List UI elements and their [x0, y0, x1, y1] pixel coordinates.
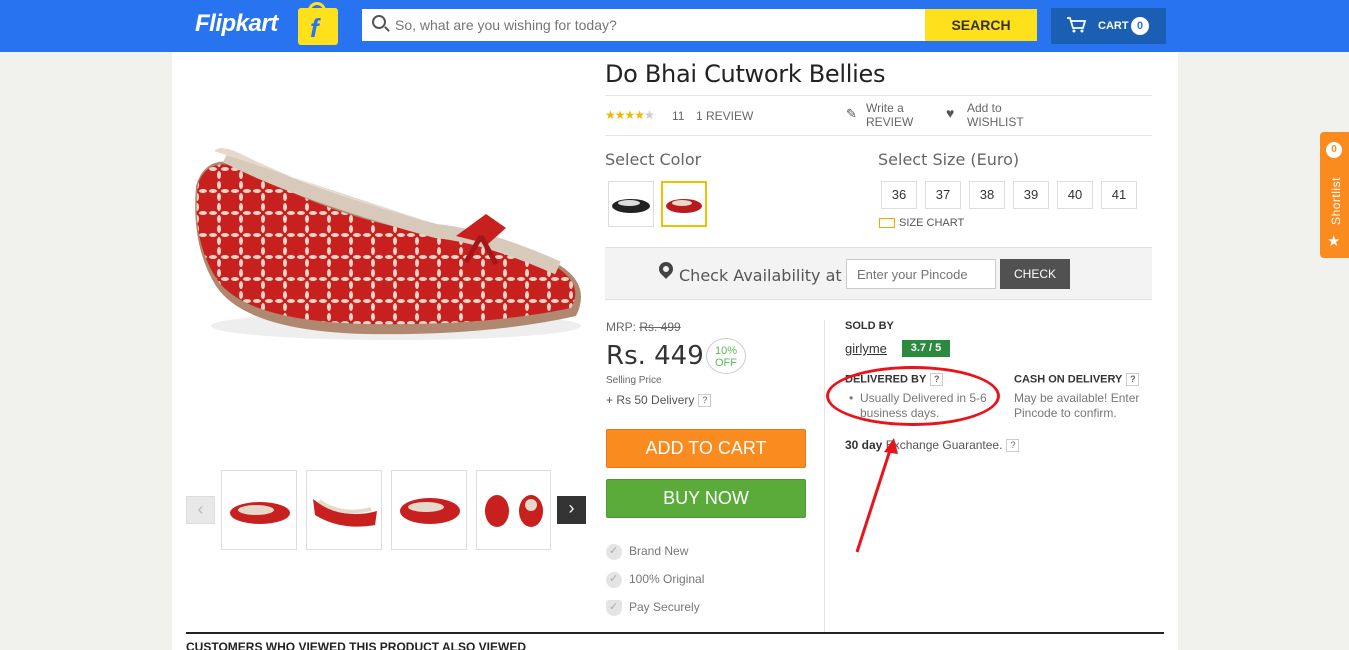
heart-icon: ♥ [946, 105, 955, 121]
feature-brand-new: Brand New [606, 544, 688, 560]
pincode-input[interactable] [846, 259, 996, 289]
badge-check-icon [606, 572, 622, 588]
product-thumbnail[interactable] [476, 470, 551, 550]
help-icon[interactable]: ? [1126, 373, 1140, 386]
star-icon: ★ [624, 108, 636, 122]
divider [605, 95, 1152, 96]
cod-label: CASH ON DELIVERY [1014, 373, 1123, 386]
empty-star-icon: ★ [644, 108, 655, 122]
shoe-swatch-image [612, 199, 650, 213]
discount-pct: 10% [714, 345, 738, 357]
size-chart-label: SIZE CHART [899, 217, 965, 229]
shield-icon [606, 600, 622, 616]
help-icon[interactable]: ? [1006, 439, 1020, 453]
search-icon [372, 15, 386, 29]
thumbnail-image [313, 499, 377, 527]
rating-count: 11 [672, 109, 685, 123]
half-star-icon: ★ [634, 108, 645, 122]
star-icon: ★ [614, 108, 626, 122]
write-review-label: Write a REVIEW [866, 101, 914, 129]
star-icon: ★ [605, 108, 616, 122]
rating-stars: ★★★★★ [605, 108, 655, 122]
shortlist-label: Shortlist [1329, 177, 1343, 225]
section-divider [186, 632, 1164, 634]
discount-off: OFF [715, 357, 737, 369]
cart-label: CART [1098, 20, 1129, 32]
delivery-fee-text: + Rs 50 Delivery [606, 393, 695, 407]
feature-label: Pay Securely [629, 600, 700, 615]
mrp-label: MRP: [606, 320, 636, 334]
annotation-ellipse [826, 366, 1000, 426]
seller-name-link[interactable]: girlyme [845, 341, 887, 356]
annotation-arrow [855, 438, 898, 553]
thumbnail-image [230, 502, 290, 524]
cart-button[interactable]: CART 0 [1051, 8, 1166, 44]
thumbnail-image [485, 495, 543, 527]
select-color-label: Select Color [605, 150, 702, 169]
sold-by-label: SOLD BY [845, 320, 894, 332]
add-to-cart-button[interactable]: ADD TO CART [606, 429, 806, 468]
seller-rating-badge: 3.7 / 5 [902, 340, 950, 357]
feature-label: 100% Original [629, 572, 705, 587]
cart-icon [1067, 17, 1087, 33]
size-chart-link[interactable]: SIZE CHART [879, 217, 964, 229]
mrp-value: Rs. 499 [639, 320, 681, 334]
delivery-fee: + Rs 50 Delivery? [606, 393, 712, 408]
product-thumbnail[interactable] [306, 470, 382, 550]
exchange-text: Exchange Guarantee. [882, 438, 1003, 452]
buy-now-button[interactable]: BUY NOW [606, 479, 806, 518]
shortlist-count: 0 [1326, 142, 1342, 158]
size-option[interactable]: 38 [969, 181, 1005, 209]
size-option[interactable]: 37 [925, 181, 961, 209]
help-icon[interactable]: ? [698, 394, 712, 408]
selling-price: Rs. 449 [606, 341, 704, 371]
cod-text: May be available! Enter Pincode to confi… [1014, 391, 1140, 420]
also-viewed-heading: CUSTOMERS WHO VIEWED THIS PRODUCT ALSO V… [186, 640, 527, 650]
wishlist-label: Add to WISHLIST [967, 101, 1024, 129]
divider [605, 135, 1152, 136]
product-title: Do Bhai Cutwork Bellies [605, 60, 886, 88]
vertical-divider [824, 320, 825, 632]
color-swatch-black[interactable] [608, 181, 654, 227]
cart-count-badge: 0 [1131, 17, 1149, 35]
product-thumbnail[interactable] [221, 470, 297, 550]
feature-pay-securely: Pay Securely [606, 600, 700, 616]
gallery-prev-button[interactable]: ‹ [186, 496, 215, 524]
search-button[interactable]: SEARCH [925, 9, 1037, 41]
product-main-image[interactable] [186, 136, 586, 356]
pencil-icon: ✎ [846, 106, 857, 121]
search-input[interactable] [395, 9, 920, 41]
discount-badge: 10% OFF [706, 338, 746, 374]
star-icon: ★ [1327, 233, 1341, 250]
check-availability-label: Check Availability at [679, 266, 842, 285]
cod-heading: CASH ON DELIVERY? [1014, 373, 1140, 386]
ruler-icon [879, 218, 895, 229]
size-option[interactable]: 36 [881, 181, 917, 209]
review-link[interactable]: 1 REVIEW [696, 109, 753, 123]
size-option[interactable]: 39 [1013, 181, 1049, 209]
size-option[interactable]: 41 [1101, 181, 1137, 209]
gallery-next-button[interactable]: › [557, 496, 586, 524]
flipkart-logo[interactable]: Flipkart [195, 10, 278, 38]
feature-label: Brand New [629, 544, 689, 559]
feature-original: 100% Original [606, 572, 704, 588]
select-size-label: Select Size (Euro) [878, 150, 1020, 169]
selling-price-label: Selling Price [606, 375, 662, 386]
thumbnail-image [400, 498, 460, 524]
shoe-swatch-image [666, 199, 702, 213]
check-button[interactable]: CHECK [1000, 259, 1070, 289]
flipkart-bag-icon[interactable]: f [298, 2, 338, 45]
product-thumbnail[interactable] [391, 470, 467, 550]
badge-check-icon [606, 544, 622, 560]
shortlist-tab[interactable]: 0 Shortlist ★ [1320, 132, 1349, 258]
size-option[interactable]: 40 [1057, 181, 1093, 209]
color-swatch-red[interactable] [661, 181, 707, 227]
mrp: MRP: Rs. 499 [606, 320, 681, 334]
